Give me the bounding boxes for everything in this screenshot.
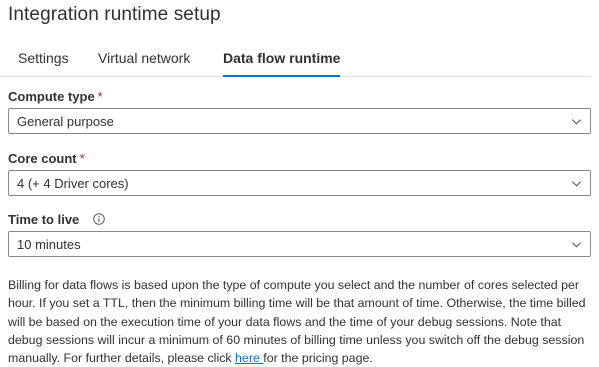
chevron-down-icon xyxy=(571,242,582,248)
tab-data-flow-runtime[interactable]: Data flow runtime xyxy=(223,50,341,77)
tab-bar: Settings Virtual network Data flow runti… xyxy=(0,44,591,77)
ttl-dropdown[interactable]: 10 minutes xyxy=(8,231,591,257)
description-text-end: for the pricing page. xyxy=(263,351,373,366)
billing-description: Billing for data flows is based upon the… xyxy=(8,276,598,367)
required-marker: * xyxy=(79,151,85,166)
page-title: Integration runtime setup xyxy=(8,4,221,25)
ttl-label: Time to live xyxy=(8,212,105,227)
compute-type-label: Compute type * xyxy=(8,89,103,104)
compute-type-dropdown[interactable]: General purpose xyxy=(8,108,591,134)
compute-type-label-text: Compute type xyxy=(8,89,95,104)
core-count-label-text: Core count xyxy=(8,151,77,166)
ttl-value: 10 minutes xyxy=(17,237,81,252)
tab-settings[interactable]: Settings xyxy=(18,50,69,66)
chevron-down-icon xyxy=(571,181,582,187)
compute-type-value: General purpose xyxy=(17,114,114,129)
core-count-dropdown[interactable]: 4 (+ 4 Driver cores) xyxy=(8,170,591,196)
info-icon[interactable] xyxy=(93,213,105,225)
core-count-value: 4 (+ 4 Driver cores) xyxy=(17,176,129,191)
ttl-label-text: Time to live xyxy=(8,212,80,227)
pricing-link[interactable]: here xyxy=(235,351,263,365)
chevron-down-icon xyxy=(571,119,582,125)
required-marker: * xyxy=(97,89,103,104)
core-count-label: Core count * xyxy=(8,151,85,166)
tab-virtual-network[interactable]: Virtual network xyxy=(98,50,190,66)
